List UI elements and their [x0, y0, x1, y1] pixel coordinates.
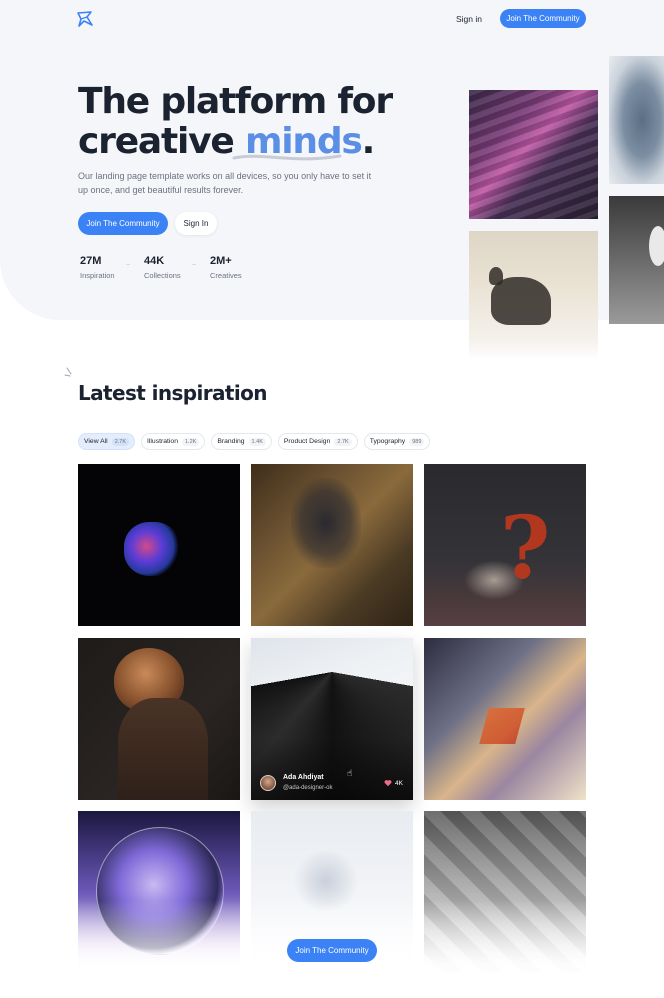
- like-count: 4K: [395, 779, 403, 787]
- hero-title-line1: The platform for: [78, 81, 393, 122]
- stat-collections: 44K Collections: [144, 254, 181, 282]
- hero-title: The platform for creative minds.: [78, 82, 408, 162]
- filter-chip-branding[interactable]: Branding 1.4K: [211, 433, 272, 450]
- nav-join-button[interactable]: Join The Community: [500, 9, 586, 28]
- filter-chips: View All 2.7K Illustration 1.2K Branding…: [78, 433, 431, 450]
- hero-image-sculpture[interactable]: [609, 196, 664, 324]
- gallery-tile-question-mark[interactable]: ?: [424, 464, 586, 626]
- hero-image-abstract-waves[interactable]: [469, 90, 598, 219]
- gallery-tile-classical-painting[interactable]: [251, 464, 413, 626]
- gallery-tile-portrait[interactable]: [78, 638, 240, 800]
- stat-label: Creatives: [210, 271, 242, 280]
- stat-separator: ~: [192, 262, 197, 269]
- gallery-tile-glitter-face[interactable]: [78, 464, 240, 626]
- filter-label: View All: [84, 438, 108, 445]
- filter-label: Illustration: [147, 438, 178, 445]
- nav-signin-link[interactable]: Sign in: [456, 11, 482, 27]
- star-burst-icon[interactable]: [76, 10, 94, 28]
- stat-inspiration: 27M Inspiration: [80, 254, 115, 282]
- like-button[interactable]: 4K: [384, 779, 403, 787]
- author-handle: @ada-designer-ok: [283, 785, 333, 791]
- filter-count: 2.7K: [334, 437, 352, 446]
- stat-value: 27M: [80, 255, 102, 267]
- hero-signin-button[interactable]: Sign In: [175, 212, 217, 235]
- stat-label: Collections: [144, 271, 181, 280]
- filter-count: 1.4K: [248, 437, 266, 446]
- question-mark-sculpture: ?: [500, 498, 551, 599]
- pointer-cursor-icon: ☝: [347, 768, 353, 778]
- horse-head-shape: [489, 267, 503, 285]
- stat-separator: ~: [126, 262, 131, 269]
- filter-count: 1.2K: [182, 437, 200, 446]
- stat-label: Inspiration: [80, 271, 115, 280]
- filter-label: Product Design: [283, 438, 331, 445]
- stat-value: 44K: [144, 255, 165, 267]
- filter-chip-product-design[interactable]: Product Design 2.7K: [277, 433, 358, 450]
- heart-icon: [384, 780, 392, 787]
- filter-chip-typography[interactable]: Typography 989: [363, 433, 431, 450]
- hero-subtitle: Our landing page template works on all d…: [78, 171, 372, 195]
- underline-squiggle: [232, 154, 342, 161]
- bottom-join-button[interactable]: Join The Community: [287, 939, 377, 962]
- hero-title-suffix: .: [361, 121, 376, 162]
- filter-label: Branding: [217, 438, 245, 445]
- stat-creatives: 2M+ Creatives: [210, 254, 242, 282]
- stat-value: 2M+: [210, 255, 232, 267]
- hero-title-prefix: creative: [78, 121, 245, 162]
- author-name[interactable]: Ada Ahdiyat: [283, 774, 324, 781]
- avatar[interactable]: [260, 775, 276, 791]
- sparkle-icon: [64, 367, 72, 377]
- filter-label: Typography: [369, 438, 406, 445]
- gallery-tile-featured-building[interactable]: Ada Ahdiyat @ada-designer-ok ☝ 4K: [251, 638, 413, 800]
- gallery-tile-abstract-shapes[interactable]: [424, 638, 586, 800]
- filter-count: 989: [409, 437, 425, 446]
- hero-image-sphere[interactable]: [609, 56, 664, 184]
- filter-count: 2.7K: [111, 437, 130, 446]
- hero-image-horse[interactable]: [469, 231, 598, 360]
- filter-chip-illustration[interactable]: Illustration 1.2K: [141, 433, 206, 450]
- section-title: Latest inspiration: [78, 381, 268, 405]
- filter-chip-view-all[interactable]: View All 2.7K: [78, 433, 136, 450]
- hero-join-button[interactable]: Join The Community: [78, 212, 168, 235]
